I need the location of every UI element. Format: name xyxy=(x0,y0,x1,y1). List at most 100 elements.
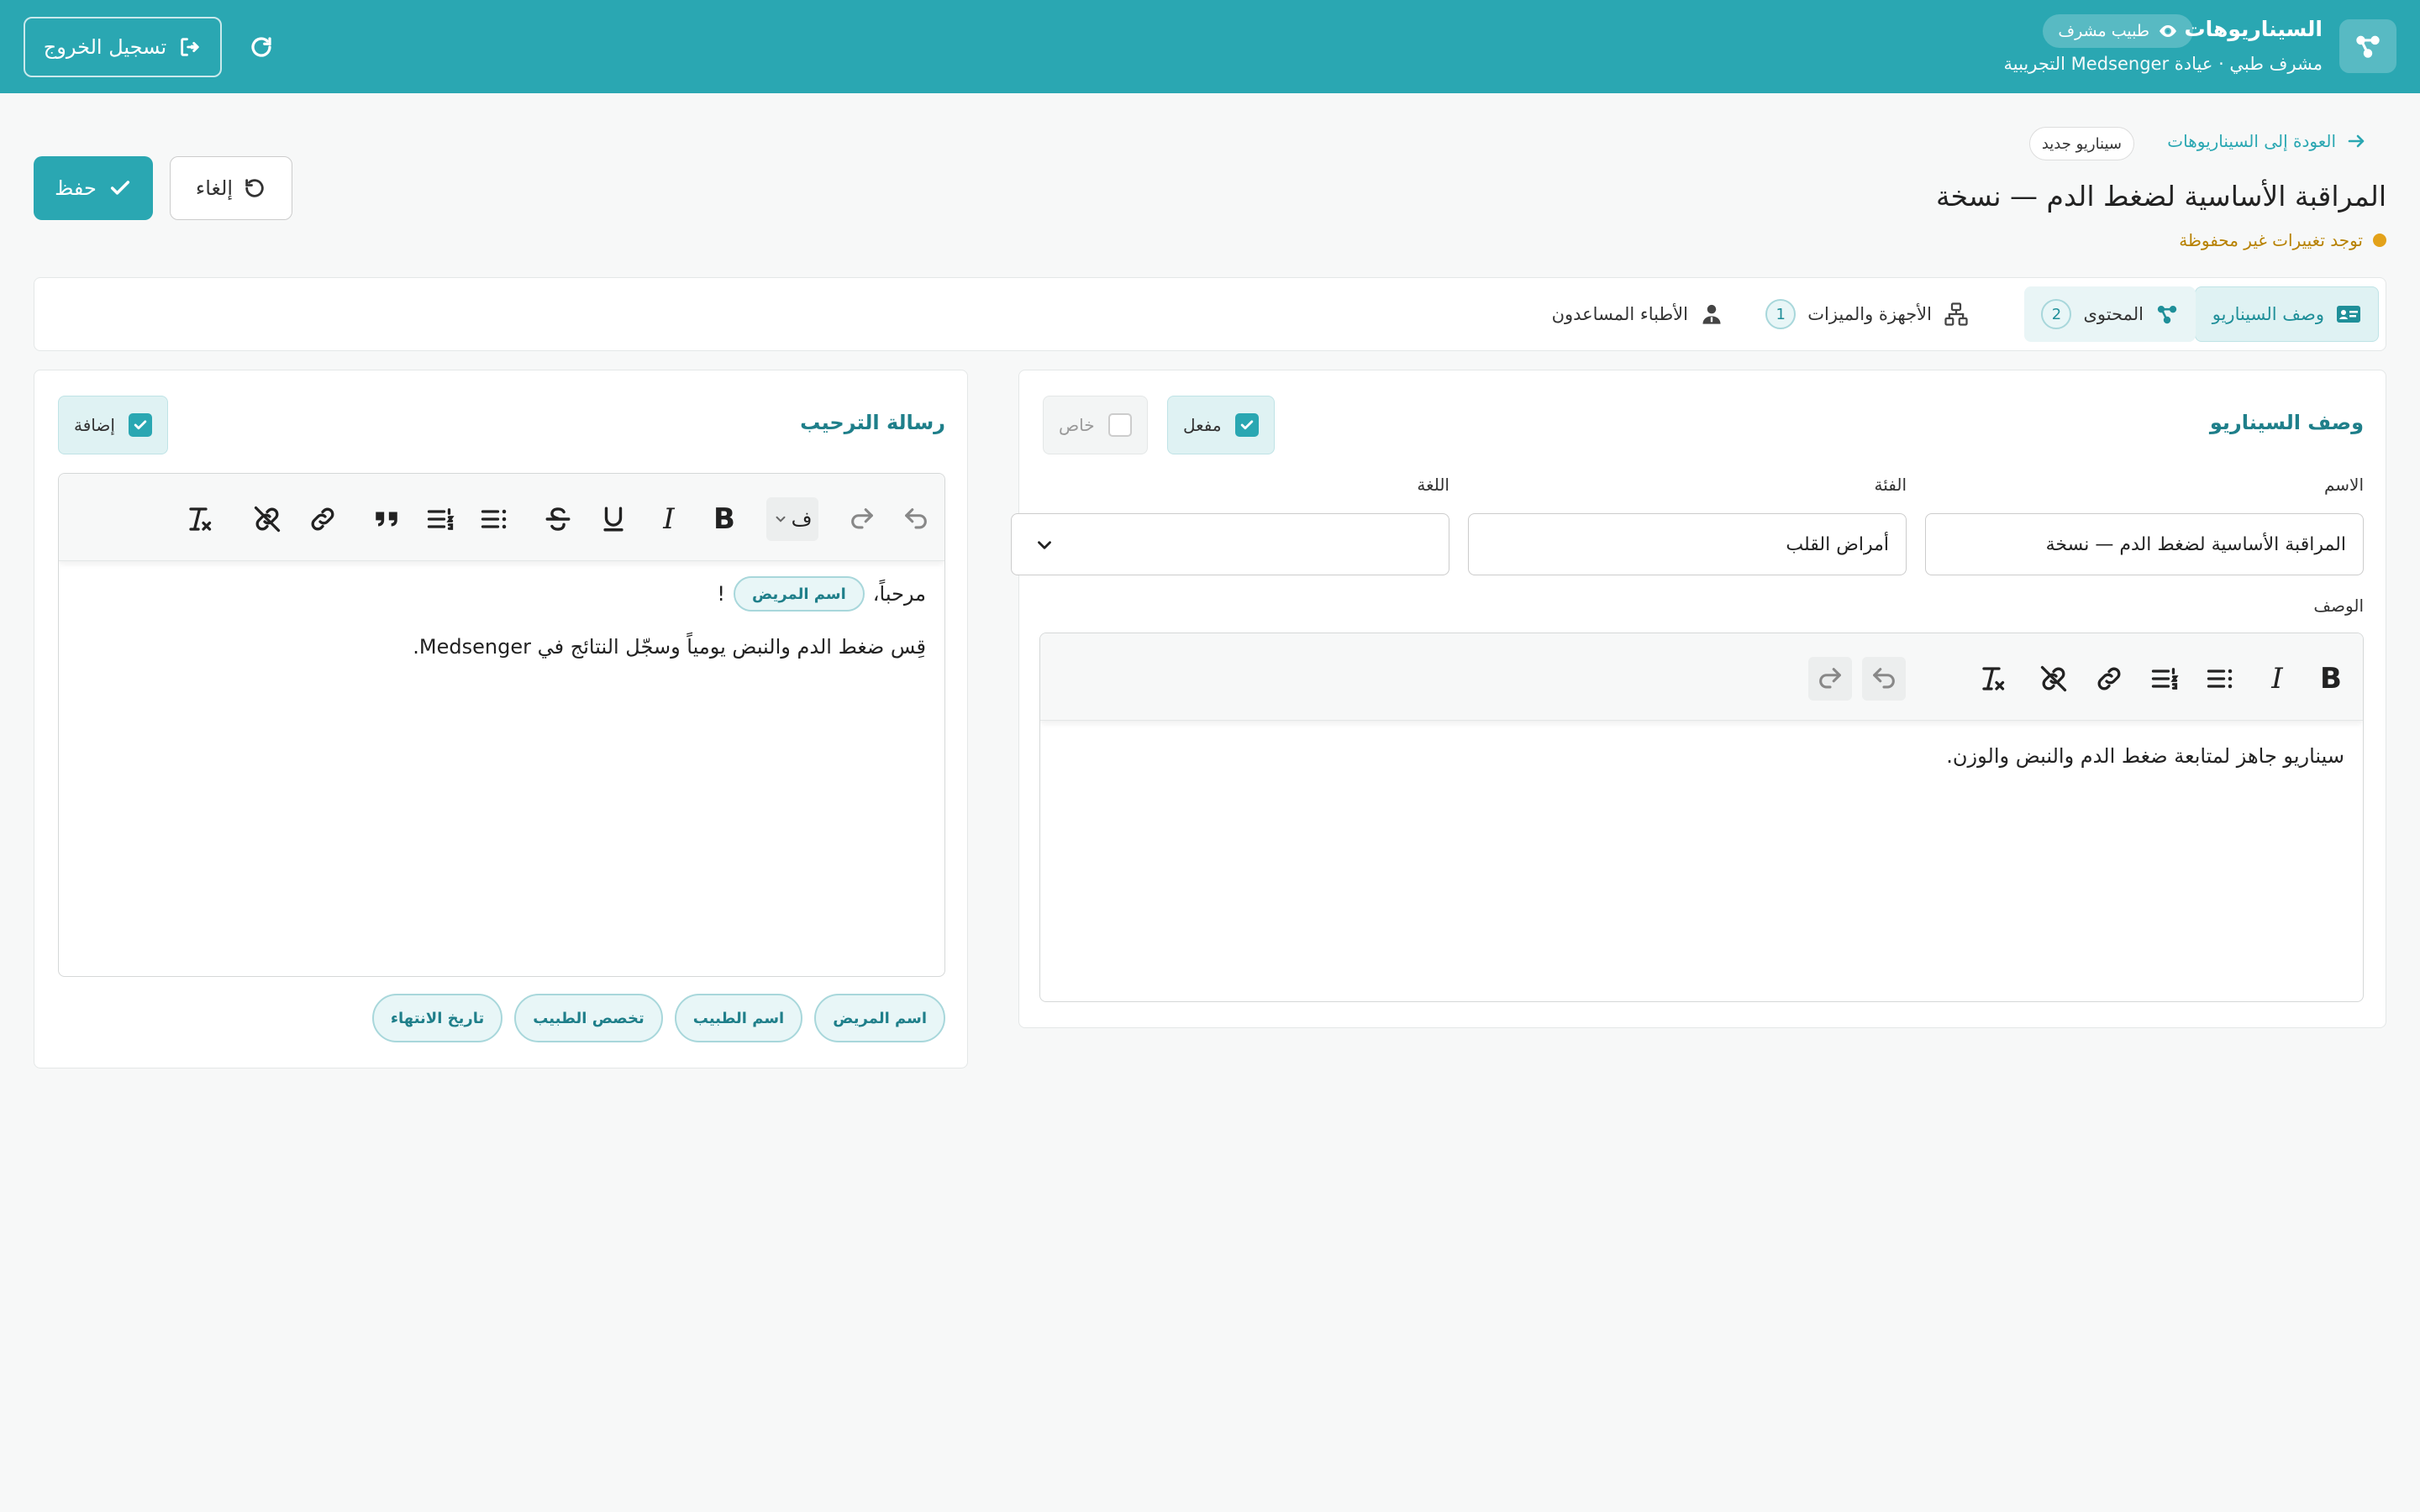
logout-label: تسجيل الخروج xyxy=(43,35,167,59)
app-title: السيناريوهات xyxy=(2184,17,2323,41)
language-label: اللغة xyxy=(1417,475,1449,495)
name-label: الاسم xyxy=(2323,475,2364,495)
category-field[interactable]: أمراض القلب xyxy=(1468,513,1907,575)
insert-end-date-chip[interactable]: تاريخ الانتهاء xyxy=(371,994,503,1042)
refresh-icon[interactable] xyxy=(244,29,279,65)
patient-name-variable-chip[interactable]: اسم المريض xyxy=(734,576,865,612)
add-welcome-toggle[interactable]: إضافة xyxy=(58,396,168,454)
quote-icon[interactable] xyxy=(365,497,408,541)
heading-select-value: ف xyxy=(791,507,813,531)
unsaved-label: توجد تغييرات غير محفوظة xyxy=(2179,230,2363,250)
app-logo-icon[interactable] xyxy=(2339,19,2396,73)
italic-icon[interactable]: I xyxy=(647,497,691,541)
language-select[interactable] xyxy=(1011,513,1449,575)
bold-icon[interactable]: B xyxy=(2309,657,2353,701)
add-label: إضافة xyxy=(74,415,115,435)
redo-icon[interactable] xyxy=(840,497,884,541)
logout-button[interactable]: تسجيل الخروج xyxy=(24,17,222,77)
welcome-panel-title: رسالة الترحيب xyxy=(800,411,945,434)
link-icon[interactable] xyxy=(2087,657,2131,701)
unlink-icon[interactable] xyxy=(2032,657,2075,701)
tab-assistant-doctors[interactable]: الأطباء المساعدون xyxy=(1535,286,1740,342)
eye-icon xyxy=(2158,21,2178,41)
redo-icon[interactable] xyxy=(1808,657,1852,701)
greeting-prefix: مرحباً، xyxy=(872,582,926,606)
clear-format-icon[interactable] xyxy=(176,497,220,541)
description-text: سيناريو جاهز لمتابعة ضغط الدم والنبض وال… xyxy=(1946,744,2344,768)
save-label: حفظ xyxy=(55,176,97,200)
numbered-list-icon[interactable] xyxy=(2143,657,2186,701)
network-icon xyxy=(1944,302,1969,327)
save-button[interactable]: حفظ xyxy=(34,156,153,220)
logout-icon xyxy=(178,35,202,59)
tab-content-count: 2 xyxy=(2041,299,2072,329)
check-icon xyxy=(108,176,132,200)
back-to-scenarios-link[interactable]: العودة إلى السيناريوهات xyxy=(2167,131,2366,151)
clear-format-icon[interactable] xyxy=(1970,657,2013,701)
description-editor[interactable]: B I سيناريو جاهز لمتابعة ضغط الدم والنبض… xyxy=(1039,633,2364,1002)
chevron-down-icon xyxy=(1034,534,1055,556)
scenario-tabs: وصف السيناريو المحتوى 2 الأجهزة والميزات… xyxy=(34,277,2386,351)
link-icon[interactable] xyxy=(301,497,345,541)
description-panel-title: وصف السيناريو xyxy=(2209,411,2364,434)
unlink-icon[interactable] xyxy=(245,497,289,541)
checkbox-checked-icon xyxy=(128,413,152,437)
role-badge: طبيب مشرف xyxy=(2043,14,2193,48)
cancel-label: إلغاء xyxy=(195,176,234,200)
arrow-right-icon xyxy=(2346,131,2366,151)
unsaved-changes-notice: توجد تغييرات غير محفوظة xyxy=(2179,230,2386,250)
name-field[interactable]: المراقبة الأساسية لضغط الدم — نسخة xyxy=(1925,513,2364,575)
insert-patient-name-chip[interactable]: اسم المريض xyxy=(814,994,945,1042)
tab-doctors-label: الأطباء المساعدون xyxy=(1551,304,1688,324)
welcome-editor[interactable]: ف B I مرحباً، اسم المريض ! قِس ضغط الدم … xyxy=(58,473,945,977)
description-editor-toolbar: B I xyxy=(1040,633,2363,721)
scenario-description-panel: وصف السيناريو مفعل خاص الاسم المراقبة ال… xyxy=(1011,370,2386,1028)
italic-icon[interactable]: I xyxy=(2255,657,2299,701)
private-toggle[interactable]: خاص xyxy=(1043,396,1148,454)
description-label: الوصف xyxy=(2313,596,2364,616)
underline-icon[interactable] xyxy=(592,497,635,541)
doctor-icon xyxy=(1700,302,1723,326)
insert-doctor-specialty-chip[interactable]: تخصص الطبيب xyxy=(514,994,663,1042)
cancel-button[interactable]: إلغاء xyxy=(170,156,292,220)
tab-devices-count: 1 xyxy=(1765,299,1797,329)
checkbox-checked-icon xyxy=(1234,413,1259,437)
bullet-list-icon[interactable] xyxy=(2198,657,2242,701)
bold-icon[interactable]: B xyxy=(702,497,746,541)
insert-doctor-name-chip[interactable]: اسم الطبيب xyxy=(674,994,803,1042)
clinic-subtitle: مشرف طبي · عيادة Medsenger التجريبية xyxy=(2003,54,2323,74)
welcome-editor-toolbar: ف B I xyxy=(59,474,944,561)
tab-description-label: وصف السيناريو xyxy=(2212,304,2324,324)
tab-devices[interactable]: الأجهزة والميزات 1 xyxy=(1749,286,1986,342)
welcome-message-panel: رسالة الترحيب إضافة ف B I مرحباً، اسم ال… xyxy=(34,370,968,1068)
top-bar: السيناريوهات طبيب مشرف مشرف طبي · عيادة … xyxy=(0,0,2420,93)
category-label: الفئة xyxy=(1874,475,1907,495)
undo-icon[interactable] xyxy=(894,497,938,541)
back-link-label: العودة إلى السيناريوهات xyxy=(2167,131,2336,151)
undo-icon[interactable] xyxy=(1862,657,1906,701)
greeting-suffix: ! xyxy=(717,582,725,606)
undo-icon xyxy=(243,176,266,200)
numbered-list-icon[interactable] xyxy=(418,497,462,541)
tab-devices-label: الأجهزة والميزات xyxy=(1807,304,1932,324)
enabled-label: مفعل xyxy=(1183,415,1222,435)
welcome-body-text: قِس ضغط الدم والنبض يومياً وسجّل النتائج… xyxy=(413,635,926,659)
new-scenario-badge: سيناريو جديد xyxy=(2028,127,2134,160)
flow-icon xyxy=(2155,302,2179,326)
role-badge-label: طبيب مشرف xyxy=(2058,22,2149,40)
tab-content-label: المحتوى xyxy=(2083,304,2144,324)
tab-description[interactable]: وصف السيناريو xyxy=(2194,286,2379,342)
bullet-list-icon[interactable] xyxy=(472,497,516,541)
private-label: خاص xyxy=(1059,415,1095,435)
page-title: المراقبة الأساسية لضغط الدم — نسخة xyxy=(1935,180,2386,213)
id-card-icon xyxy=(2336,304,2361,324)
checkbox-empty-icon xyxy=(1107,413,1132,437)
heading-select[interactable]: ف xyxy=(766,497,818,541)
strikethrough-icon[interactable] xyxy=(536,497,580,541)
warning-dot-icon xyxy=(2373,234,2386,247)
enabled-toggle[interactable]: مفعل xyxy=(1167,396,1275,454)
chevron-down-icon xyxy=(773,512,788,527)
tab-content[interactable]: المحتوى 2 xyxy=(2024,286,2196,342)
variable-chips: اسم المريض اسم الطبيب تخصص الطبيب تاريخ … xyxy=(371,994,945,1042)
greeting-line: مرحباً، اسم المريض ! xyxy=(717,576,926,612)
